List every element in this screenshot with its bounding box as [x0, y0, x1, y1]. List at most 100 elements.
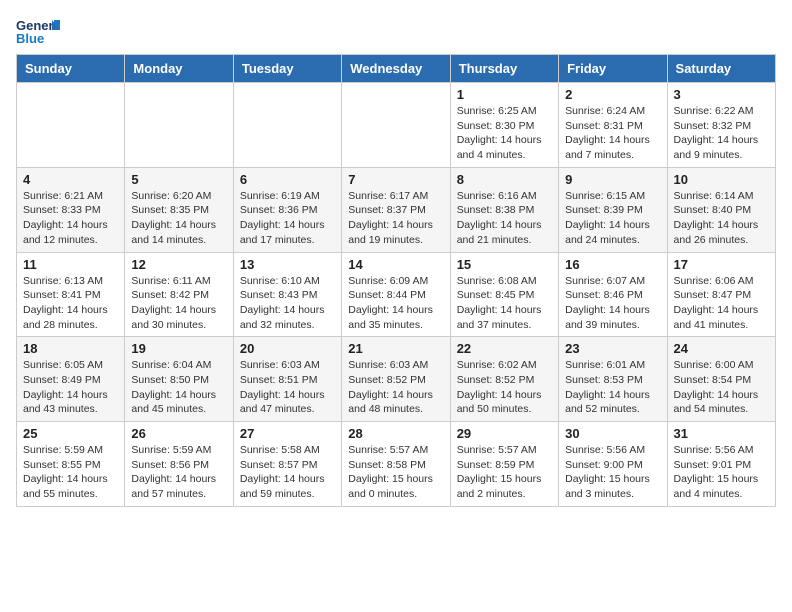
calendar-cell: 5 Sunrise: 6:20 AMSunset: 8:35 PMDaylight… [125, 167, 233, 252]
day-number: 15 [457, 257, 552, 272]
day-number: 8 [457, 172, 552, 187]
logo: General Blue [16, 16, 60, 46]
calendar-cell: 8 Sunrise: 6:16 AMSunset: 8:38 PMDaylight… [450, 167, 558, 252]
day-number: 10 [674, 172, 769, 187]
day-number: 16 [565, 257, 660, 272]
day-info: Sunrise: 6:22 AMSunset: 8:32 PMDaylight:… [674, 104, 769, 163]
day-number: 17 [674, 257, 769, 272]
calendar-cell [125, 83, 233, 168]
calendar-cell: 3 Sunrise: 6:22 AMSunset: 8:32 PMDaylight… [667, 83, 775, 168]
calendar-cell: 2Sunrise: 6:24 AMSunset: 8:31 PMDaylight… [559, 83, 667, 168]
day-info: Sunrise: 6:16 AMSunset: 8:38 PMDaylight:… [457, 189, 552, 248]
day-number: 25 [23, 426, 118, 441]
calendar-cell: 25 Sunrise: 5:59 AMSunset: 8:55 PMDayligh… [17, 422, 125, 507]
calendar-cell [233, 83, 341, 168]
calendar-table: SundayMondayTuesdayWednesdayThursdayFrid… [16, 54, 776, 507]
calendar-cell: 22Sunrise: 6:02 AMSunset: 8:52 PMDayligh… [450, 337, 558, 422]
weekday-friday: Friday [559, 55, 667, 83]
calendar-cell: 28Sunrise: 5:57 AMSunset: 8:58 PMDayligh… [342, 422, 450, 507]
day-info: Sunrise: 6:07 AMSunset: 8:46 PMDaylight:… [565, 274, 660, 333]
day-number: 29 [457, 426, 552, 441]
day-number: 12 [131, 257, 226, 272]
calendar-cell: 10 Sunrise: 6:14 AMSunset: 8:40 PMDayligh… [667, 167, 775, 252]
calendar-cell: 1 Sunrise: 6:25 AMSunset: 8:30 PMDaylight… [450, 83, 558, 168]
day-number: 22 [457, 341, 552, 356]
calendar-body: 1 Sunrise: 6:25 AMSunset: 8:30 PMDaylight… [17, 83, 776, 507]
day-info: Sunrise: 6:13 AMSunset: 8:41 PMDaylight:… [23, 274, 118, 333]
day-number: 7 [348, 172, 443, 187]
day-info: Sunrise: 6:04 AMSunset: 8:50 PMDaylight:… [131, 358, 226, 417]
calendar-cell: 23Sunrise: 6:01 AMSunset: 8:53 PMDayligh… [559, 337, 667, 422]
calendar-cell: 13 Sunrise: 6:10 AMSunset: 8:43 PMDayligh… [233, 252, 341, 337]
day-info: Sunrise: 6:20 AMSunset: 8:35 PMDaylight:… [131, 189, 226, 248]
day-number: 19 [131, 341, 226, 356]
day-info: Sunrise: 6:05 AMSunset: 8:49 PMDaylight:… [23, 358, 118, 417]
calendar-cell: 4 Sunrise: 6:21 AMSunset: 8:33 PMDaylight… [17, 167, 125, 252]
weekday-wednesday: Wednesday [342, 55, 450, 83]
day-number: 5 [131, 172, 226, 187]
calendar-cell: 14Sunrise: 6:09 AMSunset: 8:44 PMDayligh… [342, 252, 450, 337]
day-info: Sunrise: 5:56 AMSunset: 9:00 PMDaylight:… [565, 443, 660, 502]
day-number: 2 [565, 87, 660, 102]
day-info: Sunrise: 5:56 AMSunset: 9:01 PMDaylight:… [674, 443, 769, 502]
page-header: General Blue [16, 16, 776, 46]
calendar-cell: 7 Sunrise: 6:17 AMSunset: 8:37 PMDaylight… [342, 167, 450, 252]
day-number: 21 [348, 341, 443, 356]
calendar-cell: 27 Sunrise: 5:58 AMSunset: 8:57 PMDayligh… [233, 422, 341, 507]
day-number: 30 [565, 426, 660, 441]
day-info: Sunrise: 6:03 AMSunset: 8:52 PMDaylight:… [348, 358, 443, 417]
day-info: Sunrise: 6:14 AMSunset: 8:40 PMDaylight:… [674, 189, 769, 248]
day-info: Sunrise: 6:21 AMSunset: 8:33 PMDaylight:… [23, 189, 118, 248]
calendar-cell: 31 Sunrise: 5:56 AMSunset: 9:01 PMDayligh… [667, 422, 775, 507]
calendar-cell: 26Sunrise: 5:59 AMSunset: 8:56 PMDayligh… [125, 422, 233, 507]
week-row-5: 25 Sunrise: 5:59 AMSunset: 8:55 PMDayligh… [17, 422, 776, 507]
day-number: 27 [240, 426, 335, 441]
calendar-cell: 30 Sunrise: 5:56 AMSunset: 9:00 PMDayligh… [559, 422, 667, 507]
day-info: Sunrise: 5:59 AMSunset: 8:56 PMDaylight:… [131, 443, 226, 502]
calendar-cell: 16 Sunrise: 6:07 AMSunset: 8:46 PMDayligh… [559, 252, 667, 337]
weekday-header-row: SundayMondayTuesdayWednesdayThursdayFrid… [17, 55, 776, 83]
calendar-cell: 21 Sunrise: 6:03 AMSunset: 8:52 PMDayligh… [342, 337, 450, 422]
weekday-sunday: Sunday [17, 55, 125, 83]
calendar-cell: 20 Sunrise: 6:03 AMSunset: 8:51 PMDayligh… [233, 337, 341, 422]
day-number: 18 [23, 341, 118, 356]
logo-icon: General Blue [16, 16, 60, 46]
day-number: 3 [674, 87, 769, 102]
calendar-cell: 18 Sunrise: 6:05 AMSunset: 8:49 PMDayligh… [17, 337, 125, 422]
day-info: Sunrise: 5:57 AMSunset: 8:58 PMDaylight:… [348, 443, 443, 502]
day-number: 20 [240, 341, 335, 356]
day-info: Sunrise: 6:17 AMSunset: 8:37 PMDaylight:… [348, 189, 443, 248]
weekday-tuesday: Tuesday [233, 55, 341, 83]
day-info: Sunrise: 6:06 AMSunset: 8:47 PMDaylight:… [674, 274, 769, 333]
day-info: Sunrise: 6:10 AMSunset: 8:43 PMDaylight:… [240, 274, 335, 333]
day-info: Sunrise: 5:59 AMSunset: 8:55 PMDaylight:… [23, 443, 118, 502]
day-info: Sunrise: 6:09 AMSunset: 8:44 PMDaylight:… [348, 274, 443, 333]
svg-text:Blue: Blue [16, 31, 44, 46]
week-row-4: 18 Sunrise: 6:05 AMSunset: 8:49 PMDayligh… [17, 337, 776, 422]
day-info: Sunrise: 6:11 AMSunset: 8:42 PMDaylight:… [131, 274, 226, 333]
calendar-cell: 6Sunrise: 6:19 AMSunset: 8:36 PMDaylight… [233, 167, 341, 252]
day-number: 31 [674, 426, 769, 441]
weekday-monday: Monday [125, 55, 233, 83]
day-number: 6 [240, 172, 335, 187]
day-info: Sunrise: 5:58 AMSunset: 8:57 PMDaylight:… [240, 443, 335, 502]
day-number: 1 [457, 87, 552, 102]
day-number: 4 [23, 172, 118, 187]
weekday-saturday: Saturday [667, 55, 775, 83]
calendar-cell: 19 Sunrise: 6:04 AMSunset: 8:50 PMDayligh… [125, 337, 233, 422]
day-number: 13 [240, 257, 335, 272]
day-number: 9 [565, 172, 660, 187]
calendar-cell [342, 83, 450, 168]
day-info: Sunrise: 6:03 AMSunset: 8:51 PMDaylight:… [240, 358, 335, 417]
day-number: 11 [23, 257, 118, 272]
day-info: Sunrise: 6:00 AMSunset: 8:54 PMDaylight:… [674, 358, 769, 417]
day-info: Sunrise: 6:08 AMSunset: 8:45 PMDaylight:… [457, 274, 552, 333]
day-info: Sunrise: 6:25 AMSunset: 8:30 PMDaylight:… [457, 104, 552, 163]
calendar-cell: 12 Sunrise: 6:11 AMSunset: 8:42 PMDayligh… [125, 252, 233, 337]
calendar-cell [17, 83, 125, 168]
week-row-3: 11 Sunrise: 6:13 AMSunset: 8:41 PMDayligh… [17, 252, 776, 337]
day-info: Sunrise: 5:57 AMSunset: 8:59 PMDaylight:… [457, 443, 552, 502]
week-row-1: 1 Sunrise: 6:25 AMSunset: 8:30 PMDaylight… [17, 83, 776, 168]
day-info: Sunrise: 6:15 AMSunset: 8:39 PMDaylight:… [565, 189, 660, 248]
week-row-2: 4 Sunrise: 6:21 AMSunset: 8:33 PMDaylight… [17, 167, 776, 252]
